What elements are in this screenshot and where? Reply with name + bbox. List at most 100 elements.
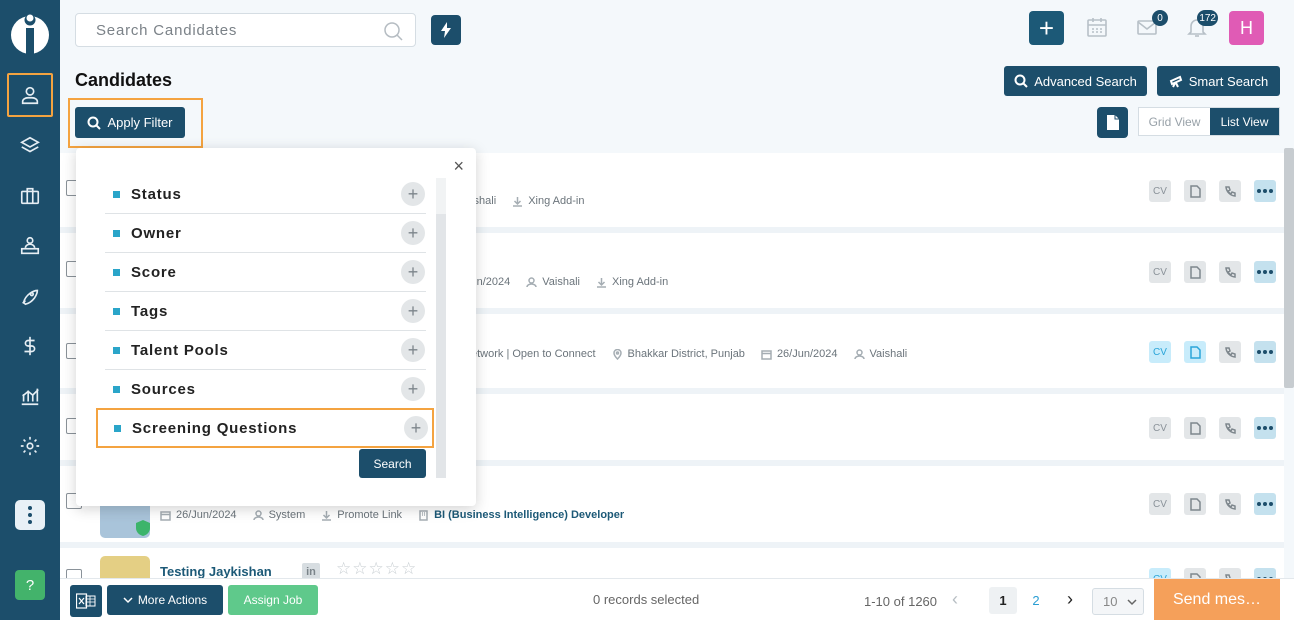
row-more-button[interactable] xyxy=(1254,261,1276,283)
add-icon[interactable]: + xyxy=(401,182,425,206)
nav-billing[interactable] xyxy=(7,324,53,368)
row-more-button[interactable] xyxy=(1254,341,1276,363)
cv-button[interactable]: CV xyxy=(1149,341,1171,363)
resume-button[interactable] xyxy=(1184,493,1206,515)
page-1-button[interactable]: 1 xyxy=(989,587,1017,614)
call-button[interactable] xyxy=(1219,417,1241,439)
list-scrollbar[interactable] xyxy=(1284,148,1294,388)
filter-tags[interactable]: Tags + xyxy=(105,292,426,331)
close-icon[interactable]: × xyxy=(453,156,464,177)
nav-reports[interactable] xyxy=(7,374,53,418)
cv-button[interactable]: CV xyxy=(1149,261,1171,283)
owner-text: Vaishali xyxy=(869,348,908,360)
help-button[interactable]: ? xyxy=(15,570,45,600)
resume-button[interactable] xyxy=(1184,417,1206,439)
add-icon[interactable]: + xyxy=(404,416,428,440)
phone-icon xyxy=(1224,422,1236,434)
smart-search-button[interactable]: Smart Search xyxy=(1157,66,1280,96)
nav-settings[interactable] xyxy=(7,424,53,468)
call-button[interactable] xyxy=(1219,341,1241,363)
row-checkbox[interactable] xyxy=(66,569,82,578)
filter-label: Owner xyxy=(131,224,182,242)
chevron-right-icon[interactable]: › xyxy=(1067,589,1073,610)
add-icon[interactable]: + xyxy=(401,299,425,323)
row-more-button[interactable] xyxy=(1254,568,1276,578)
per-page-select[interactable]: 10 xyxy=(1092,588,1144,615)
popup-scroll-thumb[interactable] xyxy=(436,178,446,214)
page-2-button[interactable]: 2 xyxy=(1022,587,1050,614)
messages-button[interactable]: 0 xyxy=(1136,10,1168,40)
search-input[interactable] xyxy=(96,14,386,46)
apply-filter-button[interactable]: Apply Filter xyxy=(75,107,185,138)
headline-text: etwork | Open to Connect xyxy=(471,348,596,360)
phone-icon xyxy=(1224,346,1236,358)
rating-stars[interactable]: ☆☆☆☆☆ xyxy=(336,559,417,578)
grid-view-button[interactable]: Grid View xyxy=(1139,108,1210,135)
call-button[interactable] xyxy=(1219,261,1241,283)
filter-score[interactable]: Score + xyxy=(105,253,426,292)
filter-owner[interactable]: Owner + xyxy=(105,214,426,253)
chevron-left-icon[interactable]: ‹ xyxy=(952,589,958,610)
add-icon[interactable]: + xyxy=(401,338,425,362)
add-icon[interactable]: + xyxy=(401,221,425,245)
resume-button[interactable] xyxy=(1184,261,1206,283)
location-text: Bhakkar District, Punjab xyxy=(627,348,745,360)
nav-candidates[interactable] xyxy=(7,73,53,117)
building-icon xyxy=(419,509,428,521)
row-more-button[interactable] xyxy=(1254,417,1276,439)
bullet-icon xyxy=(113,385,120,393)
add-icon[interactable]: + xyxy=(401,377,425,401)
advanced-search-button[interactable]: Advanced Search xyxy=(1004,66,1147,96)
person-icon xyxy=(853,348,865,359)
cv-button[interactable]: CV xyxy=(1149,493,1171,515)
user-avatar[interactable]: H xyxy=(1229,11,1264,45)
filter-label: Screening Questions xyxy=(132,419,298,437)
filter-screening-questions[interactable]: Screening Questions + xyxy=(96,408,434,448)
row-more-button[interactable] xyxy=(1254,180,1276,202)
filter-talent-pools[interactable]: Talent Pools + xyxy=(105,331,426,370)
filter-label: Talent Pools xyxy=(131,341,229,359)
cv-button[interactable]: CV xyxy=(1149,180,1171,202)
app-logo[interactable] xyxy=(9,10,51,56)
row-more-button[interactable] xyxy=(1254,493,1276,515)
job-link[interactable]: BI (Business Intelligence) Developer xyxy=(434,509,624,521)
nav-contacts[interactable] xyxy=(7,224,53,268)
notifications-button[interactable]: 172 xyxy=(1186,10,1218,40)
calendar-button[interactable] xyxy=(1086,16,1110,40)
linkedin-icon[interactable]: in xyxy=(302,563,320,578)
send-message-button[interactable]: Send mes… xyxy=(1154,579,1280,620)
cv-button[interactable]: CV xyxy=(1149,568,1171,578)
search-icon[interactable] xyxy=(383,21,403,41)
nav-jobs[interactable] xyxy=(7,174,53,218)
candidate-name[interactable]: Testing Jaykishan xyxy=(160,564,272,578)
call-button[interactable] xyxy=(1219,180,1241,202)
assign-job-button[interactable]: Assign Job xyxy=(228,585,318,615)
list-view-button[interactable]: List View xyxy=(1209,108,1279,135)
rocket-icon xyxy=(22,289,39,306)
contacts-icon xyxy=(20,236,40,255)
resume-button[interactable] xyxy=(1184,341,1206,363)
more-menu-button[interactable] xyxy=(15,500,45,530)
table-row[interactable]: Testing Jaykishan in ☆☆☆☆☆ CV xyxy=(60,548,1284,578)
call-button[interactable] xyxy=(1219,493,1241,515)
cv-button[interactable]: CV xyxy=(1149,417,1171,439)
call-button[interactable] xyxy=(1219,568,1241,578)
phone-icon xyxy=(1224,498,1236,510)
source-text: Xing Add-in xyxy=(611,276,669,288)
add-icon[interactable]: + xyxy=(401,260,425,284)
filter-status[interactable]: Status + xyxy=(105,175,426,214)
resume-button[interactable] xyxy=(1184,180,1206,202)
candidate-avatar xyxy=(100,556,150,578)
filter-search-button[interactable]: Search xyxy=(359,449,426,478)
filter-sources[interactable]: Sources + xyxy=(105,370,426,409)
resume-button[interactable] xyxy=(1184,568,1206,578)
more-actions-button[interactable]: More Actions xyxy=(107,585,223,615)
notifications-badge: 172 xyxy=(1197,10,1218,26)
nav-layers[interactable] xyxy=(7,124,53,168)
popup-scrollbar[interactable] xyxy=(436,178,446,478)
export-doc-button[interactable] xyxy=(1097,107,1128,138)
nav-campaigns[interactable] xyxy=(7,274,53,318)
add-button[interactable]: + xyxy=(1029,11,1064,45)
quick-action-button[interactable] xyxy=(431,15,461,45)
excel-export-button[interactable] xyxy=(70,585,102,617)
